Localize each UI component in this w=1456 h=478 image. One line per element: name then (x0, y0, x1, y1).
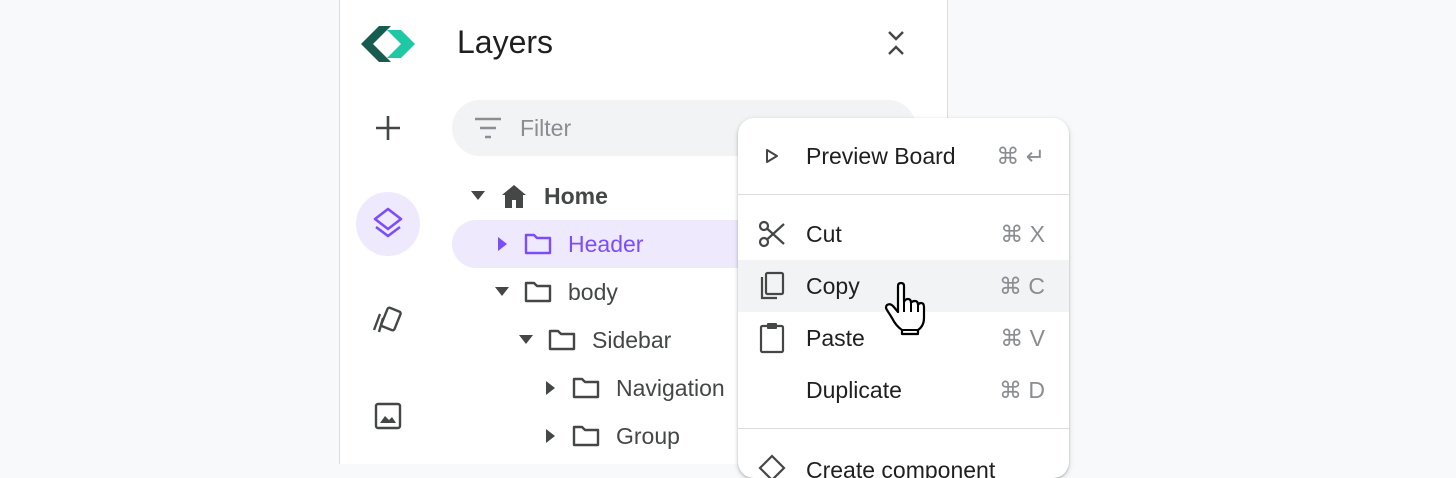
add-icon (376, 116, 400, 140)
tree-item-home[interactable]: Home (452, 172, 742, 220)
filter-icon (475, 117, 501, 139)
menu-item-shortcut: ⌘ X (1000, 221, 1045, 247)
menu-item-label: Create component (806, 457, 996, 478)
menu-item-label: Paste (806, 325, 865, 351)
menu-divider (738, 428, 1069, 429)
rail-layers-button[interactable] (356, 192, 420, 256)
menu-divider (738, 194, 1069, 195)
tree-item-navigation[interactable]: Navigation (452, 364, 742, 412)
copy-icon (760, 271, 785, 300)
folder-icon (572, 425, 600, 447)
folder-icon (524, 233, 552, 255)
collapse-icon[interactable] (886, 29, 906, 57)
home-icon (502, 185, 526, 208)
tree-item-label: Sidebar (592, 327, 672, 353)
menu-item-duplicate[interactable]: Duplicate ⌘ D (738, 364, 1069, 416)
tree-item-label: Navigation (616, 375, 725, 401)
caret-down-icon[interactable] (495, 287, 509, 297)
menu-item-shortcut: ⌘ V (1000, 325, 1045, 351)
menu-item-label: Preview Board (806, 143, 956, 169)
layers-icon (373, 207, 403, 238)
folder-icon (572, 377, 600, 399)
rail-image-button[interactable] (356, 384, 420, 448)
folder-icon (524, 281, 552, 303)
tree-item-label: body (568, 279, 618, 305)
scissors-icon (758, 220, 785, 248)
menu-item-create-component[interactable]: Create component (738, 444, 1069, 478)
menu-item-shortcut: ⌘ ↵ (996, 143, 1045, 169)
panel-title: Layers (457, 24, 554, 60)
menu-item-cut[interactable]: Cut ⌘ X (738, 208, 1069, 260)
menu-item-preview-board[interactable]: Preview Board ⌘ ↵ (738, 130, 1069, 182)
folder-icon (548, 329, 576, 351)
image-icon (374, 402, 402, 430)
tree-item-label: Header (568, 231, 644, 257)
clipboard-icon (759, 323, 785, 354)
menu-item-label: Copy (806, 273, 860, 299)
menu-item-label: Cut (806, 221, 842, 247)
caret-down-icon[interactable] (471, 191, 485, 201)
play-icon (766, 149, 778, 163)
tree-item-label: Home (544, 183, 608, 209)
tree-item-header[interactable]: Header (452, 220, 742, 268)
component-icon (758, 454, 786, 478)
menu-item-shortcut: ⌘ C (999, 273, 1045, 299)
tree-item-label: Group (616, 423, 680, 449)
tree-item-body[interactable]: body (452, 268, 742, 316)
rail-components-button[interactable] (356, 288, 420, 352)
rail-add-button[interactable] (356, 96, 420, 160)
hand-cursor-icon (884, 282, 926, 336)
menu-item-shortcut: ⌘ D (999, 377, 1045, 403)
caret-down-icon[interactable] (519, 335, 533, 345)
caret-right-icon[interactable] (498, 237, 508, 251)
caret-right-icon[interactable] (546, 381, 556, 395)
tree-item-group[interactable]: Group (452, 412, 742, 460)
tree-item-sidebar[interactable]: Sidebar (452, 316, 742, 364)
components-icon (372, 306, 402, 333)
app-logo-icon (361, 26, 415, 62)
caret-right-icon[interactable] (546, 429, 556, 443)
menu-item-label: Duplicate (806, 377, 902, 403)
